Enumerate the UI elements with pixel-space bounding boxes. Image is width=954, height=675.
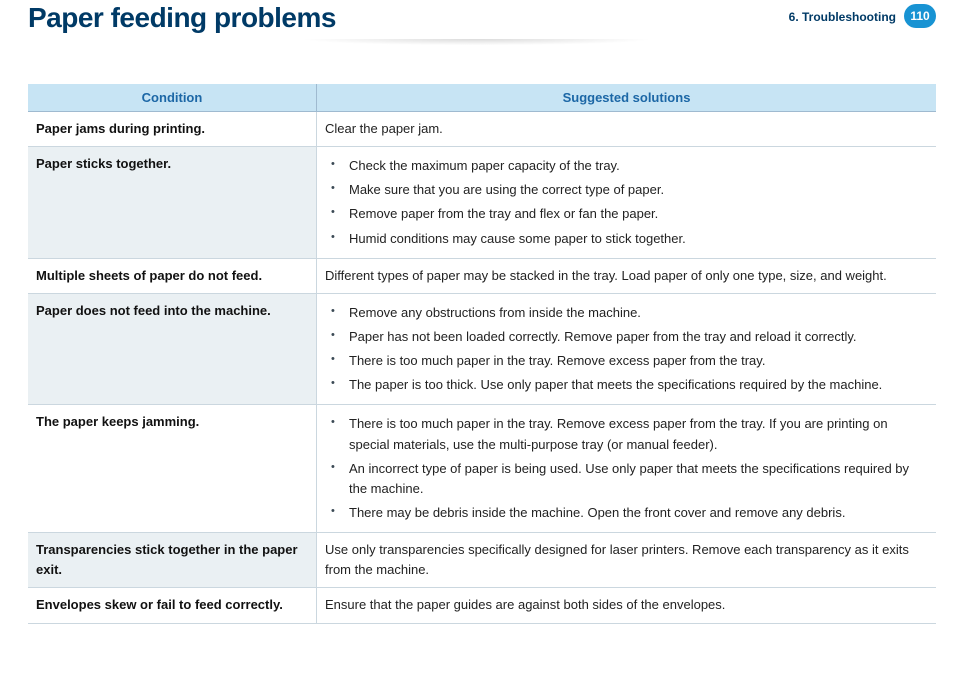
table-row: Envelopes skew or fail to feed correctly… — [28, 588, 936, 623]
column-header-condition: Condition — [28, 84, 317, 112]
solution-item: Check the maximum paper capacity of the … — [341, 154, 928, 178]
solution-cell: There is too much paper in the tray. Rem… — [317, 405, 937, 533]
solution-cell: Check the maximum paper capacity of the … — [317, 147, 937, 259]
content-area: Condition Suggested solutions Paper jams… — [0, 44, 954, 624]
condition-cell: Envelopes skew or fail to feed correctly… — [28, 588, 317, 623]
solution-item: There is too much paper in the tray. Rem… — [341, 349, 928, 373]
solution-item: Humid conditions may cause some paper to… — [341, 227, 928, 251]
solution-cell: Different types of paper may be stacked … — [317, 258, 937, 293]
solution-list: There is too much paper in the tray. Rem… — [325, 412, 928, 525]
table-row: The paper keeps jamming. There is too muc… — [28, 405, 936, 533]
table-body: Paper jams during printing.Clear the pap… — [28, 112, 936, 624]
solution-item: Paper has not been loaded correctly. Rem… — [341, 325, 928, 349]
solution-item: Remove paper from the tray and flex or f… — [341, 202, 928, 226]
solution-list: Check the maximum paper capacity of the … — [325, 154, 928, 251]
solution-item: An incorrect type of paper is being used… — [341, 457, 928, 501]
condition-cell: The paper keeps jamming. — [28, 405, 317, 533]
solution-item: Remove any obstructions from inside the … — [341, 301, 928, 325]
chapter-label: 6. Troubleshooting — [789, 10, 896, 24]
solution-list: Remove any obstructions from inside the … — [325, 301, 928, 398]
table-row: Transparencies stick together in the pap… — [28, 533, 936, 588]
solution-item: Make sure that you are using the correct… — [341, 178, 928, 202]
table-row: Paper jams during printing.Clear the pap… — [28, 112, 936, 147]
condition-cell: Multiple sheets of paper do not feed. — [28, 258, 317, 293]
page-title: Paper feeding problems — [28, 0, 336, 34]
table-row: Paper does not feed into the machine. Rem… — [28, 293, 936, 405]
condition-cell: Transparencies stick together in the pap… — [28, 533, 317, 588]
solution-item: The paper is too thick. Use only paper t… — [341, 373, 928, 397]
solution-cell: Remove any obstructions from inside the … — [317, 293, 937, 405]
page-header: Paper feeding problems 6. Troubleshootin… — [0, 0, 954, 44]
table-row: Paper sticks together. Check the maximum … — [28, 147, 936, 259]
solution-cell: Clear the paper jam. — [317, 112, 937, 147]
page: Paper feeding problems 6. Troubleshootin… — [0, 0, 954, 675]
condition-cell: Paper does not feed into the machine. — [28, 293, 317, 405]
troubleshooting-table: Condition Suggested solutions Paper jams… — [28, 84, 936, 624]
solution-cell: Use only transparencies specifically des… — [317, 533, 937, 588]
column-header-solutions: Suggested solutions — [317, 84, 937, 112]
page-number-badge: 110 — [904, 4, 936, 28]
condition-cell: Paper sticks together. — [28, 147, 317, 259]
solution-item: There may be debris inside the machine. … — [341, 501, 928, 525]
solution-item: There is too much paper in the tray. Rem… — [341, 412, 928, 456]
table-row: Multiple sheets of paper do not feed.Dif… — [28, 258, 936, 293]
condition-cell: Paper jams during printing. — [28, 112, 317, 147]
solution-cell: Ensure that the paper guides are against… — [317, 588, 937, 623]
